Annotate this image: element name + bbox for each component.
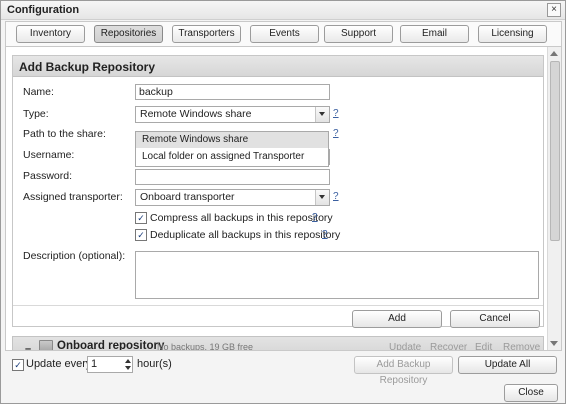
repo-remove-link[interactable]: Remove bbox=[503, 342, 540, 350]
update-interval-value: 1 bbox=[91, 358, 98, 370]
close-icon[interactable]: × bbox=[547, 3, 561, 17]
name-label: Name: bbox=[23, 86, 54, 98]
drive-icon bbox=[39, 340, 53, 350]
type-dropdown-list: Remote Windows share Local folder on ass… bbox=[135, 131, 329, 167]
dropdown-arrow-icon[interactable] bbox=[315, 107, 329, 122]
compress-checkbox[interactable]: ✓ bbox=[135, 212, 147, 224]
update-all-button[interactable]: Update All bbox=[458, 356, 557, 374]
path-help-link[interactable]: ? bbox=[333, 128, 339, 139]
cancel-button[interactable]: Cancel bbox=[450, 310, 540, 328]
checkmark-icon: ✓ bbox=[14, 360, 22, 370]
close-button[interactable]: Close bbox=[504, 384, 558, 402]
type-select[interactable]: Remote Windows share bbox=[135, 106, 330, 123]
repository-name: Onboard repository bbox=[57, 340, 165, 351]
tab-email[interactable]: Email bbox=[400, 25, 469, 43]
repo-edit-link[interactable]: Edit bbox=[475, 342, 492, 350]
panel-title: Add Backup Repository bbox=[19, 60, 156, 74]
scroll-down-icon[interactable] bbox=[550, 341, 558, 346]
type-help-link[interactable]: ? bbox=[333, 108, 339, 119]
tab-transporters[interactable]: Transporters bbox=[172, 25, 241, 43]
repository-meta: No backups, 19 GB free bbox=[157, 342, 254, 351]
update-interval-spinner[interactable]: 1 bbox=[87, 356, 133, 373]
path-label: Path to the share: bbox=[23, 128, 106, 140]
name-input[interactable]: backup bbox=[135, 84, 330, 100]
repo-update-link[interactable]: Update bbox=[389, 342, 421, 350]
title-bar: Configuration × bbox=[1, 1, 565, 20]
tab-inventory[interactable]: Inventory bbox=[16, 25, 85, 43]
repository-row[interactable]: – Onboard repository No backups, 19 GB f… bbox=[12, 336, 544, 351]
dropdown-arrow-icon[interactable] bbox=[315, 190, 329, 205]
dedup-label: Deduplicate all backups in this reposito… bbox=[150, 229, 341, 241]
transporter-help-link[interactable]: ? bbox=[333, 191, 339, 202]
tab-repositories[interactable]: Repositories bbox=[94, 25, 163, 43]
update-interval-unit: hour(s) bbox=[137, 358, 172, 370]
type-select-value: Remote Windows share bbox=[140, 108, 252, 120]
update-every-checkbox[interactable]: ✓ bbox=[12, 359, 24, 371]
password-input[interactable] bbox=[135, 169, 330, 185]
checkmark-icon: ✓ bbox=[137, 213, 145, 223]
type-label: Type: bbox=[23, 108, 49, 120]
compress-help-link[interactable]: ? bbox=[312, 212, 318, 223]
compress-label: Compress all backups in this repository bbox=[150, 212, 333, 224]
transporter-label: Assigned transporter: bbox=[23, 191, 123, 203]
vertical-scrollbar[interactable] bbox=[547, 47, 561, 350]
configuration-window: Configuration × Inventory Repositories T… bbox=[0, 0, 566, 404]
type-option-local-folder[interactable]: Local folder on assigned Transporter bbox=[136, 149, 328, 165]
description-textarea[interactable] bbox=[135, 251, 539, 299]
update-every-label: Update every bbox=[26, 358, 92, 370]
spinner-up-icon[interactable] bbox=[125, 359, 131, 363]
panel-header: Add Backup Repository bbox=[13, 56, 543, 77]
checkmark-icon: ✓ bbox=[137, 230, 145, 240]
panel-divider bbox=[13, 305, 543, 306]
username-label: Username: bbox=[23, 149, 75, 161]
add-repository-panel: Add Backup Repository Name: backup Type:… bbox=[12, 55, 544, 328]
transporter-select[interactable]: Onboard transporter bbox=[135, 189, 330, 206]
scroll-up-icon[interactable] bbox=[550, 51, 558, 56]
tab-support[interactable]: Support bbox=[324, 25, 393, 43]
description-label: Description (optional): bbox=[23, 250, 126, 262]
collapse-toggle[interactable]: – bbox=[25, 343, 31, 350]
repo-recover-link[interactable]: Recover bbox=[430, 342, 467, 350]
type-option-remote-share[interactable]: Remote Windows share bbox=[136, 132, 328, 148]
tab-bar: Inventory Repositories Transporters Even… bbox=[5, 21, 562, 47]
tab-licensing[interactable]: Licensing bbox=[478, 25, 547, 43]
dedup-checkbox[interactable]: ✓ bbox=[135, 229, 147, 241]
add-backup-repository-button[interactable]: Add Backup Repository bbox=[354, 356, 453, 386]
password-label: Password: bbox=[23, 170, 73, 182]
repositories-scroll-area[interactable]: Add Backup Repository Name: backup Type:… bbox=[5, 46, 562, 351]
spinner-down-icon[interactable] bbox=[125, 366, 131, 370]
add-button[interactable]: Add bbox=[352, 310, 442, 328]
window-title: Configuration bbox=[7, 4, 80, 16]
tab-events[interactable]: Events bbox=[250, 25, 319, 43]
dedup-help-link[interactable]: ? bbox=[322, 229, 328, 240]
transporter-select-value: Onboard transporter bbox=[140, 191, 235, 203]
scroll-thumb[interactable] bbox=[550, 61, 560, 241]
